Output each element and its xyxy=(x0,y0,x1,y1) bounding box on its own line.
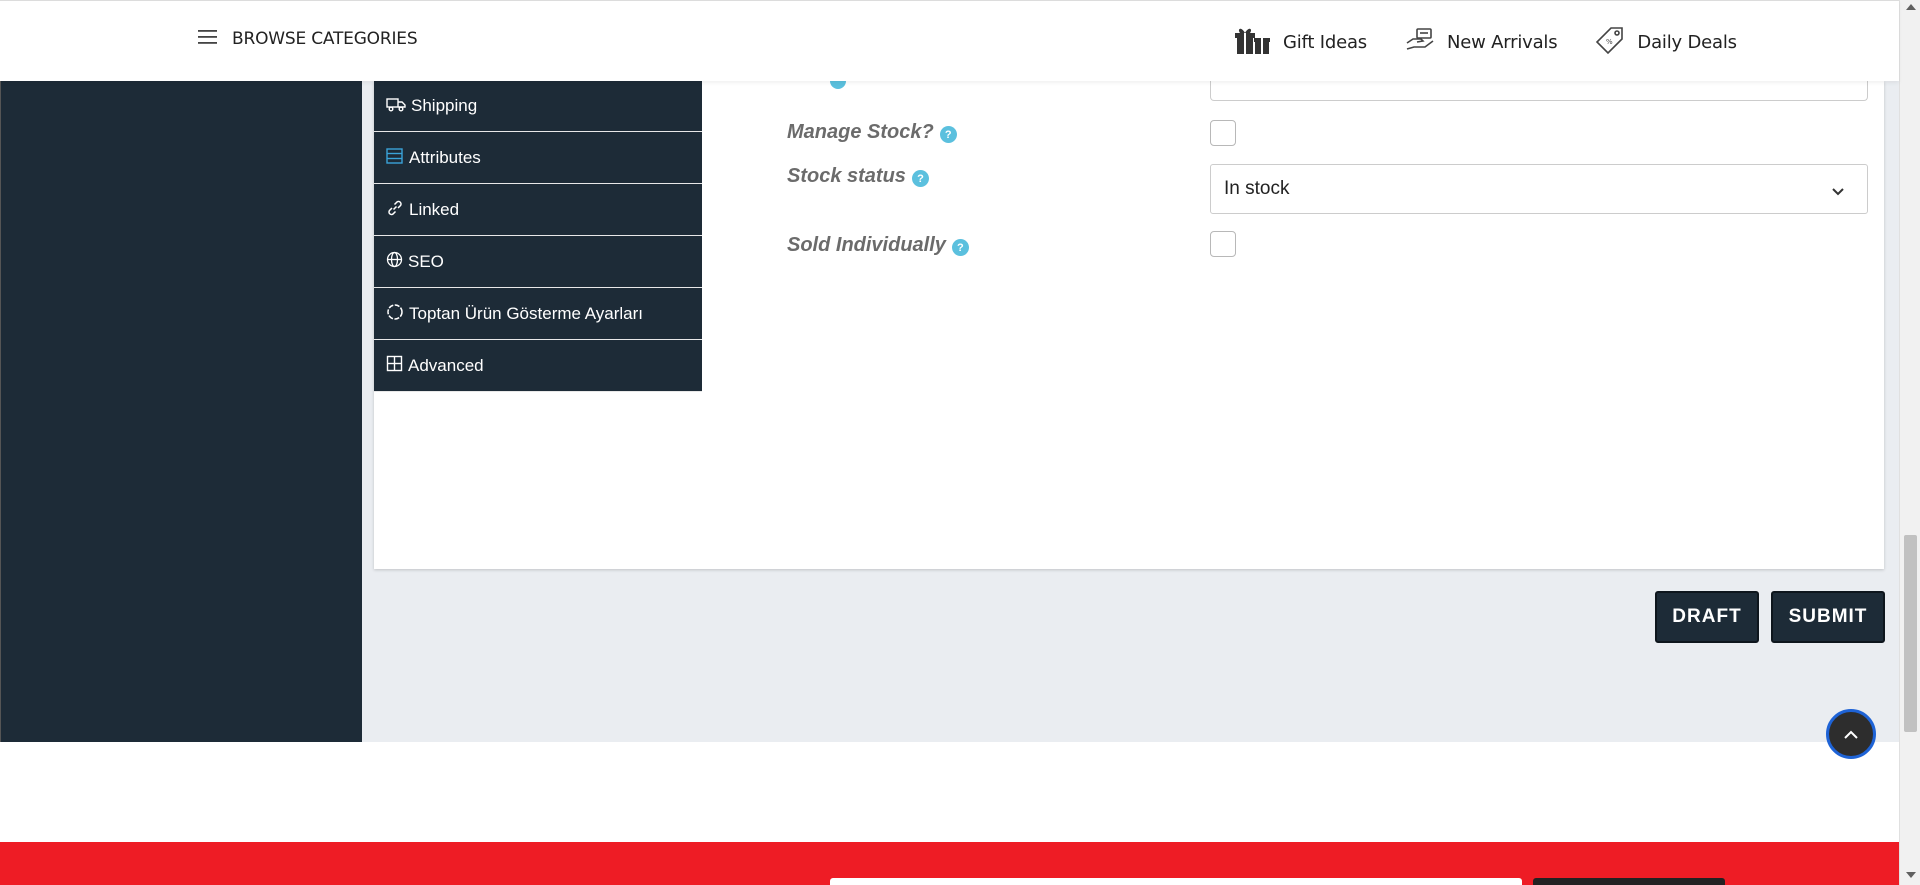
tab-advanced-label: Advanced xyxy=(408,355,484,375)
help-icon: ? xyxy=(911,170,929,187)
svg-text:%: % xyxy=(1606,38,1613,46)
nav-daily-deals[interactable]: % Daily Deals xyxy=(1595,25,1737,59)
globe-icon xyxy=(386,251,403,272)
tab-linked[interactable]: Linked xyxy=(374,184,702,236)
page-scrollbar[interactable] xyxy=(1899,0,1920,885)
submit-button[interactable]: SUBMIT xyxy=(1771,591,1885,643)
draft-button[interactable]: DRAFT xyxy=(1655,591,1759,643)
browse-categories-button[interactable]: BROWSE CATEGORIES xyxy=(198,29,418,49)
nav-daily-deals-label: Daily Deals xyxy=(1637,31,1737,53)
hamburger-menu-icon xyxy=(198,29,218,49)
chevron-down-icon xyxy=(1831,182,1845,201)
link-icon xyxy=(386,199,404,221)
nav-gift-ideas-label: Gift Ideas xyxy=(1283,31,1367,53)
stock-status-label: Stock status xyxy=(787,165,906,187)
tab-linked-label: Linked xyxy=(409,199,460,219)
tab-advanced[interactable]: Advanced xyxy=(374,340,702,392)
sold-individually-label-row: Sold Individually ? xyxy=(787,234,969,257)
stock-status-value: In stock xyxy=(1224,178,1290,199)
new-arrivals-icon xyxy=(1405,27,1435,57)
gift-icon xyxy=(1235,25,1271,59)
tab-seo[interactable]: SEO xyxy=(374,236,702,288)
stock-status-select[interactable]: In stock xyxy=(1210,164,1868,214)
sold-individually-checkbox[interactable] xyxy=(1210,231,1236,257)
manage-stock-checkbox[interactable] xyxy=(1210,120,1236,146)
truck-icon xyxy=(386,96,406,116)
dashboard-area: Shipping Attributes Linked SEO Toptan Ür… xyxy=(0,73,1899,759)
tab-toptan-urun[interactable]: Toptan Ürün Gösterme Ayarları xyxy=(374,288,702,340)
header-nav: Gift Ideas New Arrivals % Daily Deals xyxy=(1235,25,1737,59)
circle-dashed-icon xyxy=(386,303,404,325)
scroll-down-arrow-icon[interactable] xyxy=(1906,872,1916,878)
price-tag-icon: % xyxy=(1595,25,1625,59)
top-header: BROWSE CATEGORIES Gift Ideas New Arrival… xyxy=(0,0,1899,81)
tab-shipping-label: Shipping xyxy=(411,96,478,115)
list-icon xyxy=(386,147,404,168)
scroll-up-arrow-icon[interactable] xyxy=(1906,4,1916,10)
help-icon: ? xyxy=(951,239,969,256)
grid-icon xyxy=(386,355,403,376)
manage-stock-label-row: Manage Stock? ? xyxy=(787,121,957,144)
sold-individually-label: Sold Individually xyxy=(787,234,946,256)
newsletter-subscribe-button[interactable] xyxy=(1533,878,1725,885)
back-to-top-button[interactable] xyxy=(1826,709,1876,759)
nav-new-arrivals[interactable]: New Arrivals xyxy=(1405,27,1558,57)
tab-attributes-label: Attributes xyxy=(409,147,481,167)
tab-seo-label: SEO xyxy=(408,251,444,271)
browse-categories-label: BROWSE CATEGORIES xyxy=(232,29,418,49)
manage-stock-label: Manage Stock? xyxy=(787,121,934,143)
help-icon: ? xyxy=(939,126,957,143)
nav-new-arrivals-label: New Arrivals xyxy=(1446,31,1558,53)
tab-toptan-urun-label: Toptan Ürün Gösterme Ayarları xyxy=(409,303,644,323)
chevron-up-icon xyxy=(1843,725,1859,744)
stock-status-label-row: Stock status ? xyxy=(787,165,929,188)
product-data-tabs: Shipping Attributes Linked SEO Toptan Ür… xyxy=(374,81,702,392)
nav-gift-ideas[interactable]: Gift Ideas xyxy=(1235,25,1367,59)
tab-attributes[interactable]: Attributes xyxy=(374,132,702,184)
tab-shipping[interactable]: Shipping xyxy=(374,81,702,132)
newsletter-email-input[interactable] xyxy=(830,878,1522,885)
dashboard-sidebar xyxy=(0,81,362,742)
scrollbar-thumb[interactable] xyxy=(1904,535,1917,732)
